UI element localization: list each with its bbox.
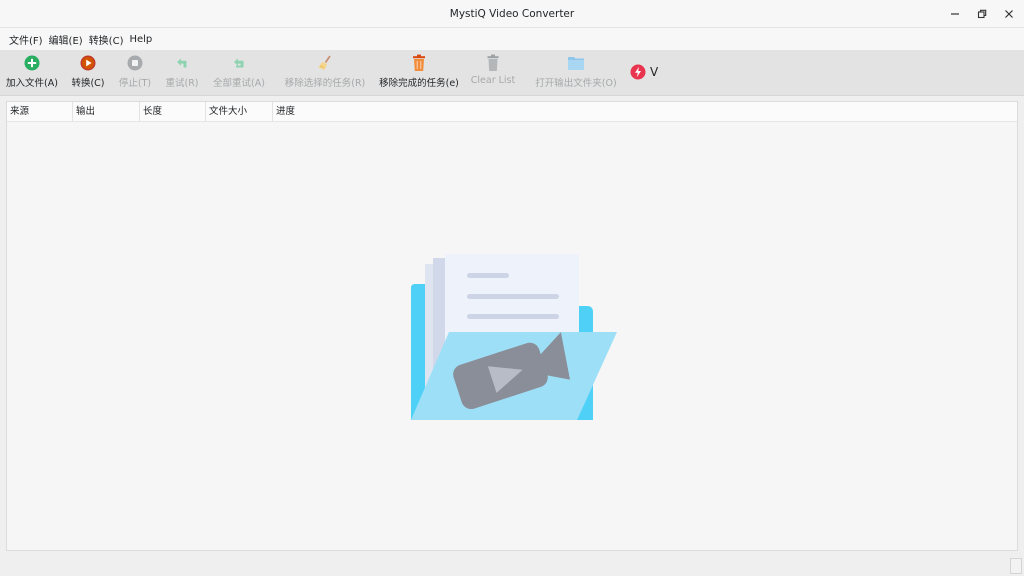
play-circle-icon bbox=[79, 54, 97, 72]
task-table[interactable]: 来源 输出 长度 文件大小 进度 bbox=[6, 101, 1018, 551]
trash-icon bbox=[410, 54, 428, 72]
open-output-folder-button[interactable]: 打开输出文件夹(O) bbox=[534, 52, 618, 92]
menu-help[interactable]: Help bbox=[126, 34, 155, 45]
column-header-length[interactable]: 长度 bbox=[140, 102, 206, 122]
stop-circle-icon bbox=[126, 54, 144, 72]
more-menu-button[interactable]: V bbox=[650, 65, 658, 79]
menu-convert[interactable]: 转换(C) bbox=[86, 32, 127, 47]
title-bar: MystiQ Video Converter bbox=[0, 0, 1024, 28]
add-files-button[interactable]: 加入文件(A) bbox=[6, 52, 58, 92]
plus-circle-icon bbox=[23, 54, 41, 72]
menu-file[interactable]: 文件(F) bbox=[6, 32, 46, 47]
column-header-progress[interactable]: 进度 bbox=[273, 102, 339, 122]
clear-list-label: Clear List bbox=[470, 75, 516, 86]
window-title: MystiQ Video Converter bbox=[449, 8, 575, 20]
stop-label: 停止(T) bbox=[118, 78, 152, 89]
add-files-label: 加入文件(A) bbox=[6, 78, 58, 89]
folder-with-video-icon bbox=[411, 254, 617, 420]
lightning-icon[interactable] bbox=[630, 64, 646, 80]
close-button[interactable] bbox=[1000, 5, 1018, 23]
toolbar: 加入文件(A) 转换(C) 停止(T) 重试(R) 全部重试(A) 移除选择的任… bbox=[0, 50, 1024, 96]
retry-icon bbox=[173, 54, 191, 72]
remove-completed-button[interactable]: 移除完成的任务(e) bbox=[378, 52, 460, 92]
menu-edit[interactable]: 编辑(E) bbox=[46, 32, 86, 47]
remove-selected-button[interactable]: 移除选择的任务(R) bbox=[284, 52, 366, 92]
minimize-button[interactable] bbox=[946, 5, 964, 23]
broom-icon bbox=[316, 54, 334, 72]
clear-list-button[interactable]: Clear List bbox=[470, 52, 516, 92]
close-icon bbox=[1005, 10, 1013, 18]
open-output-folder-label: 打开输出文件夹(O) bbox=[535, 78, 617, 89]
trash-gray-icon bbox=[484, 54, 502, 72]
retry-all-label: 全部重试(A) bbox=[213, 78, 265, 89]
restore-icon bbox=[977, 9, 987, 19]
column-header-file-size[interactable]: 文件大小 bbox=[206, 102, 273, 122]
convert-label: 转换(C) bbox=[71, 78, 105, 89]
resize-grip[interactable] bbox=[1010, 558, 1022, 574]
minimize-icon bbox=[951, 13, 959, 15]
retry-button[interactable]: 重试(R) bbox=[164, 52, 200, 92]
folder-icon bbox=[567, 54, 585, 72]
column-header-output[interactable]: 输出 bbox=[73, 102, 140, 122]
column-header-source[interactable]: 来源 bbox=[7, 102, 73, 122]
remove-completed-label: 移除完成的任务(e) bbox=[379, 78, 459, 89]
stop-button[interactable]: 停止(T) bbox=[118, 52, 152, 92]
retry-all-button[interactable]: 全部重试(A) bbox=[212, 52, 266, 92]
menu-bar: 文件(F) 编辑(E) 转换(C) Help bbox=[0, 28, 1024, 50]
empty-list-illustration bbox=[407, 252, 627, 430]
retry-label: 重试(R) bbox=[165, 78, 199, 89]
convert-button[interactable]: 转换(C) bbox=[70, 52, 106, 92]
remove-selected-label: 移除选择的任务(R) bbox=[284, 78, 366, 89]
retry-all-icon bbox=[230, 54, 248, 72]
restore-button[interactable] bbox=[973, 5, 991, 23]
table-header: 来源 输出 长度 文件大小 进度 bbox=[7, 102, 1017, 122]
